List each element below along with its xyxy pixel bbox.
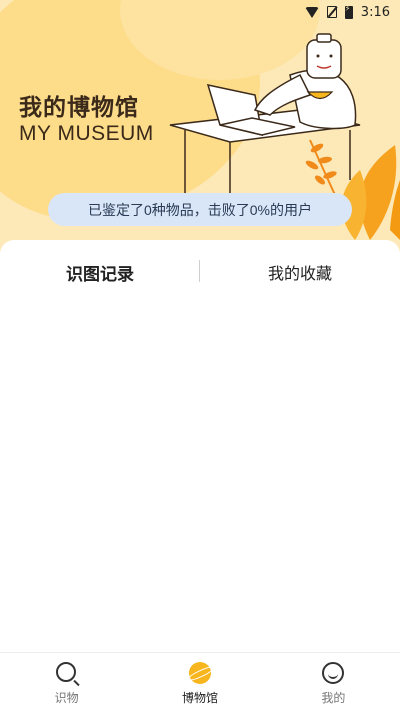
records-card: 识图记录 我的收藏 [0,240,400,652]
planet-icon [188,661,212,685]
bottom-navigation: 识物 博物馆 我的 [0,652,400,712]
tab-recognition-history-label: 识图记录 [66,260,134,285]
search-icon [55,661,79,685]
wifi-icon [304,6,319,18]
page-subtitle: MY MUSEUM [19,122,154,145]
no-sim-icon [326,6,337,18]
nav-label-identify: 识物 [54,691,79,705]
nav-item-museum[interactable]: 博物馆 [133,653,266,712]
tab-my-favorites-label: 我的收藏 [267,266,332,283]
nav-item-identify[interactable]: 识物 [0,653,133,712]
status-bar: 3:16 [0,0,400,24]
profile-face-icon [321,661,345,685]
nav-item-profile[interactable]: 我的 [267,653,400,712]
tab-recognition-history-text: 识图记录 [66,265,134,284]
tab-divider [199,260,200,282]
identification-stats-pill: 已鉴定了0种物品，击败了0%的用户 [48,193,352,226]
tab-my-favorites[interactable]: 我的收藏 [200,258,400,286]
status-time: 3:16 [360,4,390,20]
nav-label-profile: 我的 [321,691,346,705]
tab-bar: 识图记录 我的收藏 [0,258,400,286]
battery-charging-icon [344,4,353,19]
nav-label-museum: 博物馆 [181,691,218,705]
tab-recognition-history[interactable]: 识图记录 [0,258,200,286]
museum-header: 3:16 我的博物馆 MY MUSEUM [0,0,400,262]
page-title: 我的博物馆 [19,94,139,121]
